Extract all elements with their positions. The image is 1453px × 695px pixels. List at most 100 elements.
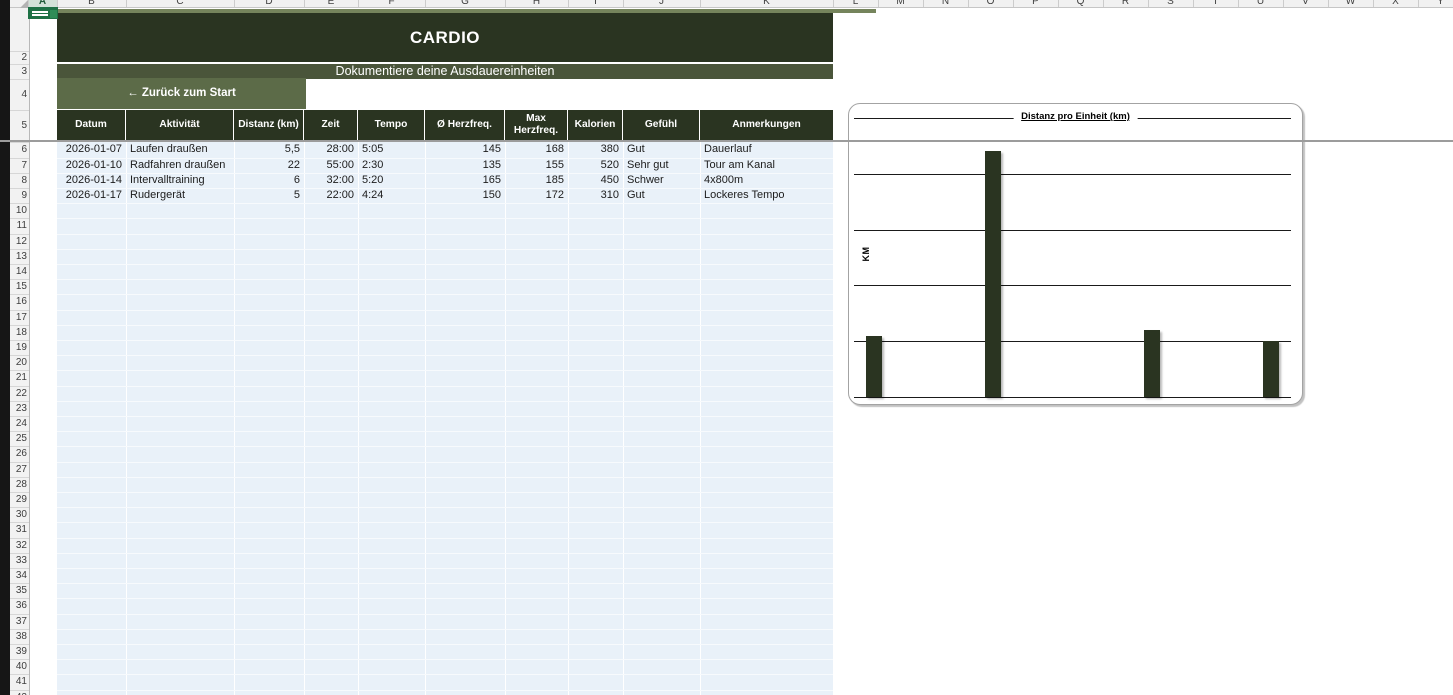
column-letter-f[interactable]: F xyxy=(358,0,425,8)
row-number-37[interactable]: 37 xyxy=(10,614,27,629)
header-cell-1[interactable]: Datum xyxy=(57,110,126,140)
row-number-27[interactable]: 27 xyxy=(10,462,27,477)
row-number-26[interactable]: 26 xyxy=(10,446,27,461)
distance-chart[interactable]: Distanz pro Einheit (km) KM xyxy=(848,103,1303,405)
row-number-7[interactable]: 7 xyxy=(10,158,27,173)
column-letter-h[interactable]: H xyxy=(505,0,568,8)
table-cell[interactable]: Tour am Kanal xyxy=(700,158,833,173)
table-cell[interactable]: Schwer xyxy=(623,173,700,188)
row-number-39[interactable]: 39 xyxy=(10,644,27,659)
row-number-8[interactable]: 8 xyxy=(10,173,27,188)
row-number-30[interactable]: 30 xyxy=(10,507,27,522)
table-cell[interactable]: 135 xyxy=(425,158,505,173)
header-cell-3[interactable]: Distanz (km) xyxy=(234,110,304,140)
header-cell-8[interactable]: Kalorien xyxy=(568,110,623,140)
table-cell[interactable]: Intervalltraining xyxy=(126,173,234,188)
table-cell[interactable]: Rudergerät xyxy=(126,188,234,203)
row-number-38[interactable]: 38 xyxy=(10,629,27,644)
row-number-23[interactable]: 23 xyxy=(10,401,27,416)
table-cell[interactable]: 5 xyxy=(234,188,304,203)
row-number-22[interactable]: 22 xyxy=(10,386,27,401)
row-number-18[interactable]: 18 xyxy=(10,325,27,340)
column-letter-p[interactable]: P xyxy=(1013,0,1058,8)
column-letter-e[interactable]: E xyxy=(304,0,358,8)
table-cell[interactable]: Sehr gut xyxy=(623,158,700,173)
row-number-10[interactable]: 10 xyxy=(10,203,27,218)
table-cell[interactable]: Lockeres Tempo xyxy=(700,188,833,203)
header-cell-9[interactable]: Gefühl xyxy=(623,110,700,140)
table-cell[interactable]: 55:00 xyxy=(304,158,358,173)
row-number-40[interactable]: 40 xyxy=(10,659,27,674)
row-number-19[interactable]: 19 xyxy=(10,340,27,355)
column-a-background[interactable] xyxy=(30,8,57,695)
column-letter-n[interactable]: N xyxy=(923,0,968,8)
row-number-21[interactable]: 21 xyxy=(10,370,27,385)
fill-handle[interactable] xyxy=(50,10,57,18)
row-number-28[interactable]: 28 xyxy=(10,477,27,492)
header-cell-2[interactable]: Aktivität xyxy=(126,110,234,140)
table-cell[interactable]: Gut xyxy=(623,188,700,203)
table-cell[interactable]: 145 xyxy=(425,142,505,157)
table-cell[interactable]: 4x800m xyxy=(700,173,833,188)
row-number-6[interactable]: 6 xyxy=(10,142,27,157)
row-number-4[interactable]: 4 xyxy=(10,79,27,110)
column-letter-j[interactable]: J xyxy=(623,0,700,8)
column-letter-v[interactable]: V xyxy=(1283,0,1328,8)
column-letter-x[interactable]: X xyxy=(1373,0,1418,8)
table-cell[interactable]: 2026-01-14 xyxy=(57,173,126,188)
table-cell[interactable]: 2:30 xyxy=(358,158,425,173)
table-cell[interactable]: Gut xyxy=(623,142,700,157)
table-cell[interactable]: 22 xyxy=(234,158,304,173)
column-letter-b[interactable]: B xyxy=(57,0,126,8)
header-cell-5[interactable]: Tempo xyxy=(358,110,425,140)
column-letter-k[interactable]: K xyxy=(700,0,833,8)
row-number-34[interactable]: 34 xyxy=(10,568,27,583)
row-number-35[interactable]: 35 xyxy=(10,583,27,598)
row-number-31[interactable]: 31 xyxy=(10,522,27,537)
table-cell[interactable]: 2026-01-07 xyxy=(57,142,126,157)
column-letter-y[interactable]: Y xyxy=(1418,0,1453,8)
table-cell[interactable]: 520 xyxy=(568,158,623,173)
column-letter-m[interactable]: M xyxy=(878,0,923,8)
table-cell[interactable]: 310 xyxy=(568,188,623,203)
column-letter-l[interactable]: L xyxy=(833,0,878,8)
column-letter-d[interactable]: D xyxy=(234,0,304,8)
table-cell[interactable]: 380 xyxy=(568,142,623,157)
table-cell[interactable]: 185 xyxy=(505,173,568,188)
row-number-13[interactable]: 13 xyxy=(10,249,27,264)
header-cell-4[interactable]: Zeit xyxy=(304,110,358,140)
column-letter-u[interactable]: U xyxy=(1238,0,1283,8)
table-cell[interactable]: Laufen draußen xyxy=(126,142,234,157)
table-cell[interactable]: 5:20 xyxy=(358,173,425,188)
table-cell[interactable]: 2026-01-10 xyxy=(57,158,126,173)
table-cell[interactable]: 4:24 xyxy=(358,188,425,203)
row-number-24[interactable]: 24 xyxy=(10,416,27,431)
column-letter-w[interactable]: W xyxy=(1328,0,1373,8)
table-cell[interactable]: 165 xyxy=(425,173,505,188)
table-cell[interactable]: 150 xyxy=(425,188,505,203)
active-cell-indicator[interactable] xyxy=(28,7,58,19)
row-number-12[interactable]: 12 xyxy=(10,234,27,249)
row-number-14[interactable]: 14 xyxy=(10,264,27,279)
header-cell-7[interactable]: Max Herzfreq. xyxy=(505,110,568,140)
table-cell[interactable]: 2026-01-17 xyxy=(57,188,126,203)
table-cell[interactable]: Dauerlauf xyxy=(700,142,833,157)
table-cell[interactable]: 5,5 xyxy=(234,142,304,157)
row-number-36[interactable]: 36 xyxy=(10,598,27,613)
table-cell[interactable]: 172 xyxy=(505,188,568,203)
column-letter-r[interactable]: R xyxy=(1103,0,1148,8)
table-cell[interactable]: 5:05 xyxy=(358,142,425,157)
row-number-15[interactable]: 15 xyxy=(10,279,27,294)
column-letter-o[interactable]: O xyxy=(968,0,1013,8)
row-number-25[interactable]: 25 xyxy=(10,431,27,446)
row-number-2[interactable]: 2 xyxy=(10,51,27,64)
row-number-11[interactable]: 11 xyxy=(10,218,27,233)
row-number-32[interactable]: 32 xyxy=(10,538,27,553)
select-all-corner-icon[interactable] xyxy=(20,0,28,8)
column-letter-t[interactable]: T xyxy=(1193,0,1238,8)
row-number-17[interactable]: 17 xyxy=(10,310,27,325)
table-cell[interactable]: 32:00 xyxy=(304,173,358,188)
row-number-29[interactable]: 29 xyxy=(10,492,27,507)
column-letter-s[interactable]: S xyxy=(1148,0,1193,8)
column-letter-g[interactable]: G xyxy=(425,0,505,8)
